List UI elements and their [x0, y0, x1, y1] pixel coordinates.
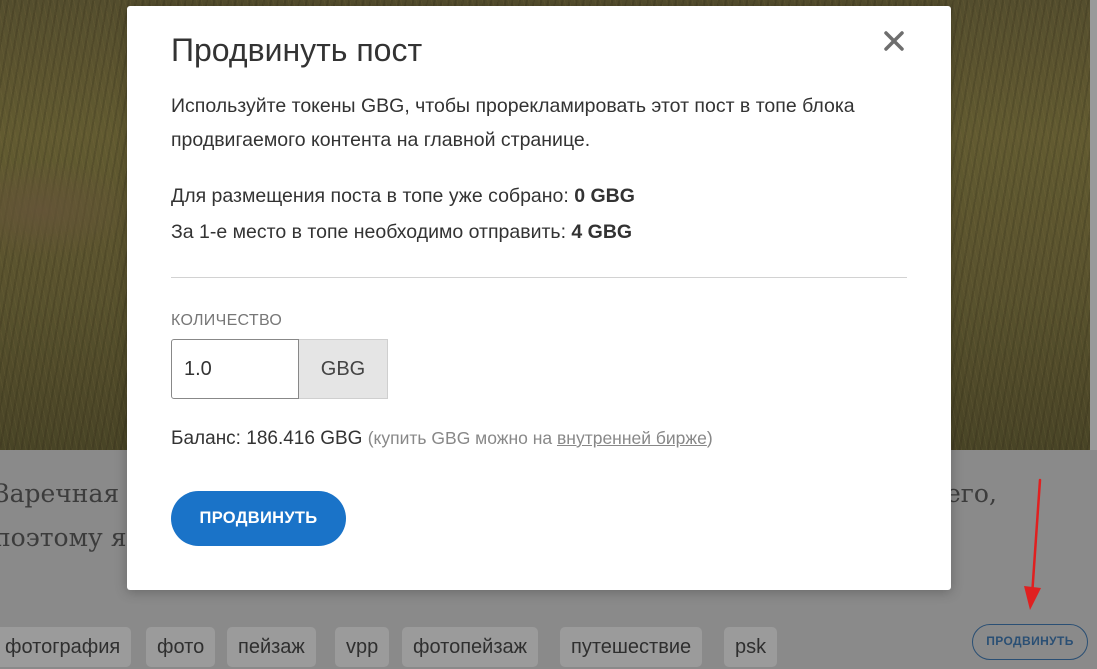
balance-label: Баланс: [171, 428, 241, 449]
balance-value: 186.416 GBG [246, 428, 363, 449]
collected-amount-row: Для размещения поста в топе уже собрано:… [171, 185, 635, 208]
balance-hint: (купить GBG можно на внутренней бирже) [368, 428, 713, 448]
exchange-link[interactable]: внутренней бирже [557, 428, 707, 448]
first-place-value: 4 GBG [571, 221, 633, 243]
page-edge [1090, 0, 1097, 450]
annotation-arrow-icon [1024, 478, 1042, 610]
close-icon [884, 31, 904, 51]
divider [171, 277, 907, 278]
dialog-description: Используйте токены GBG, чтобы прореклами… [171, 95, 855, 151]
quantity-label: КОЛИЧЕСТВО [171, 312, 283, 329]
tag-item[interactable]: фото [146, 627, 216, 667]
tag-item[interactable]: фотопейзаж [402, 627, 538, 667]
promote-post-dialog: Продвинуть пост Используйте токены GBG, … [127, 6, 951, 590]
first-place-label: За 1-е место в топе необходимо отправить… [171, 221, 566, 243]
post-text-line-1-end: его, [946, 479, 997, 508]
page-promote-button[interactable]: ПРОДВИНУТЬ [972, 624, 1088, 660]
tag-item[interactable]: пейзаж [227, 627, 316, 667]
close-button[interactable] [879, 26, 909, 56]
tag-item[interactable]: путешествие [560, 627, 703, 667]
submit-promote-button[interactable]: ПРОДВИНУТЬ [171, 491, 346, 546]
balance-row: Баланс: 186.416 GBG (купить GBG можно на… [171, 428, 713, 450]
quantity-input[interactable] [171, 339, 299, 399]
collected-value: 0 GBG [574, 185, 635, 207]
balance-hint-suffix: ) [706, 428, 713, 448]
post-text-line-2: поэтому я [0, 523, 127, 552]
tag-item[interactable]: фотография [0, 627, 132, 667]
collected-label: Для размещения поста в топе уже собрано: [171, 185, 569, 207]
tag-item[interactable]: vpp [335, 627, 390, 667]
post-text-line-1: Заречная с [0, 479, 142, 508]
dialog-title: Продвинуть пост [171, 32, 423, 68]
quantity-unit: GBG [299, 339, 388, 399]
balance-hint-prefix: (купить GBG можно на [367, 428, 553, 448]
tag-item[interactable]: psk [724, 627, 778, 667]
first-place-row: За 1-е место в топе необходимо отправить… [171, 221, 632, 244]
